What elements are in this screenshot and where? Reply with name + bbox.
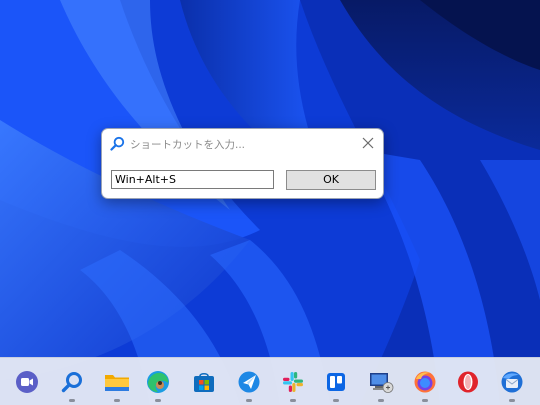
taskbar-item-opera[interactable]	[454, 368, 482, 396]
running-indicator	[333, 399, 339, 402]
taskbar-item-edge-app[interactable]	[144, 368, 172, 402]
taskbar-item-trello[interactable]	[322, 368, 350, 402]
taskbar-item-remote-desktop[interactable]	[367, 368, 395, 402]
trello-icon	[327, 373, 345, 391]
slack-icon	[283, 372, 303, 392]
search-icon	[61, 372, 82, 393]
store-icon	[194, 372, 214, 392]
taskbar-item-slack[interactable]	[279, 368, 307, 402]
running-indicator	[378, 399, 384, 402]
running-indicator	[114, 399, 120, 402]
edge-icon	[147, 371, 169, 393]
taskbar-item-search[interactable]	[58, 368, 86, 402]
ok-button[interactable]: OK	[286, 170, 376, 190]
taskbar-item-file-explorer[interactable]	[103, 368, 131, 402]
folder-icon	[105, 375, 129, 391]
shortcut-input[interactable]	[111, 170, 274, 189]
running-indicator	[422, 399, 428, 402]
taskbar-item-firefox[interactable]	[411, 368, 439, 402]
paper-plane-icon	[238, 371, 260, 393]
opera-icon	[458, 371, 478, 393]
running-indicator	[290, 399, 296, 402]
dialog-title: ショートカットを入力...	[130, 139, 246, 151]
search-icon	[110, 136, 125, 151]
taskbar-item-microsoft-store[interactable]	[190, 368, 218, 396]
taskbar-item-teams-chat[interactable]	[13, 368, 41, 396]
running-indicator	[155, 399, 161, 402]
running-indicator	[246, 399, 252, 402]
taskbar	[0, 357, 540, 405]
shortcut-dialog: ショートカットを入力... OK	[101, 128, 384, 199]
running-indicator	[69, 399, 75, 402]
video-chat-icon	[16, 371, 38, 393]
close-icon[interactable]	[359, 134, 377, 152]
wallpaper-bloom	[0, 0, 540, 405]
dialog-titlebar[interactable]: ショートカットを入力...	[102, 129, 383, 159]
thunderbird-icon	[501, 371, 523, 393]
monitor-icon	[370, 373, 394, 393]
running-indicator	[509, 399, 515, 402]
taskbar-item-quick-app[interactable]	[235, 368, 263, 402]
desktop: ショートカットを入力... OK	[0, 0, 540, 405]
taskbar-item-thunderbird[interactable]	[498, 368, 526, 402]
firefox-icon	[414, 371, 436, 393]
